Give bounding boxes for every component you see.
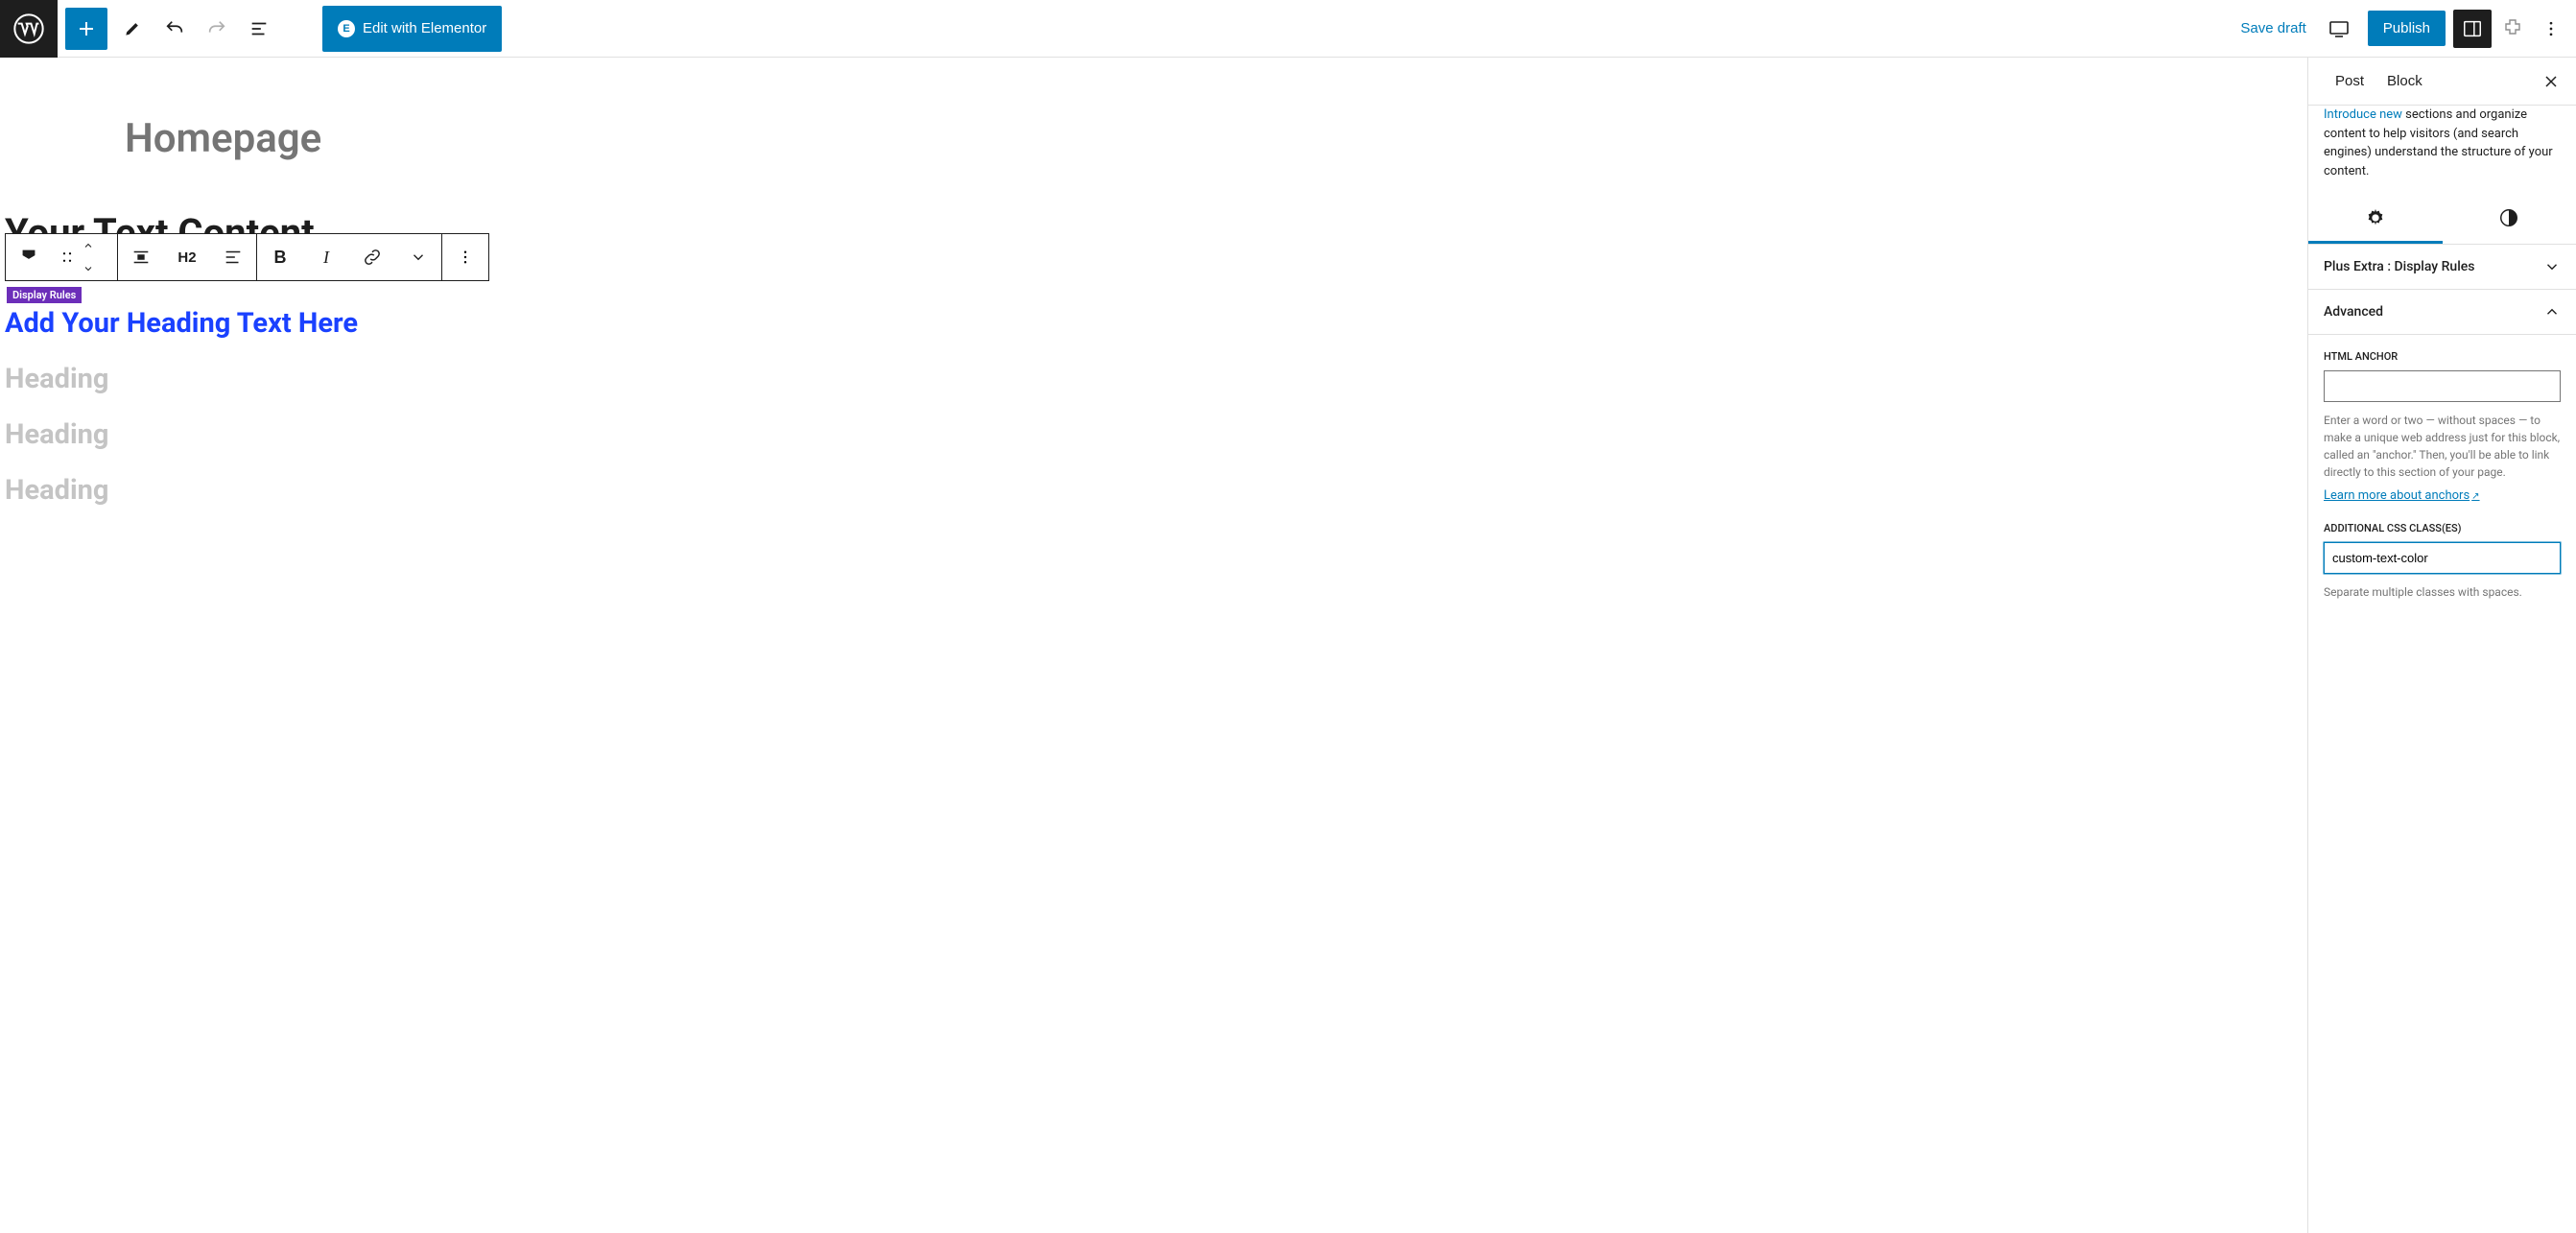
edit-mode-button[interactable] (115, 12, 150, 46)
save-draft-button[interactable]: Save draft (2229, 12, 2317, 44)
css-classes-help: Separate multiple classes with spaces. (2324, 583, 2561, 601)
bold-button[interactable]: B (257, 234, 303, 280)
block-description: Introduce new sections and organize cont… (2308, 106, 2576, 194)
drag-handle-icon[interactable] (52, 234, 83, 280)
block-toolbar: H2 B I (5, 233, 489, 281)
options-menu-button[interactable] (2534, 12, 2568, 46)
html-anchor-help: Enter a word or two — without spaces — t… (2324, 412, 2561, 481)
content-text-block: Your Text Content (0, 210, 2183, 233)
move-down-button[interactable] (83, 257, 117, 280)
italic-button[interactable]: I (303, 234, 349, 280)
block-type-icon[interactable] (6, 234, 52, 280)
top-toolbar: E Edit with Elementor Save draft Publish (0, 0, 2576, 58)
move-up-button[interactable] (83, 234, 117, 257)
html-anchor-input[interactable] (2324, 370, 2561, 402)
tab-post[interactable]: Post (2324, 59, 2375, 103)
html-anchor-label: HTML ANCHOR (2324, 350, 2561, 363)
text-align-button[interactable] (210, 234, 256, 280)
chevron-up-icon (2543, 303, 2561, 320)
styles-subtab[interactable] (2443, 194, 2576, 244)
align-button[interactable] (118, 234, 164, 280)
block-options-button[interactable] (442, 234, 488, 280)
editor-canvas[interactable]: Homepage Your Text Content (0, 58, 2307, 1233)
link-button[interactable] (349, 234, 395, 280)
add-block-button[interactable] (65, 8, 107, 50)
settings-subtab[interactable] (2308, 194, 2443, 244)
more-formatting-button[interactable] (395, 234, 441, 280)
display-rules-badge: Display Rules (7, 287, 82, 303)
external-link-icon: ↗ (2471, 491, 2479, 502)
css-classes-input[interactable] (2324, 542, 2561, 574)
panel-advanced[interactable]: Advanced (2308, 290, 2576, 335)
heading-block[interactable]: Heading (0, 363, 2183, 395)
elementor-label: Edit with Elementor (363, 20, 486, 36)
move-up-down (83, 234, 117, 280)
publish-button[interactable]: Publish (2368, 11, 2446, 46)
heading-block[interactable]: Heading (0, 474, 2183, 507)
plugin-icon[interactable] (2495, 12, 2530, 46)
selected-heading-block[interactable]: Add Your Heading Text Here (0, 307, 2183, 340)
anchor-learn-more-link[interactable]: Learn more about anchors↗ (2324, 488, 2480, 503)
heading-block[interactable]: Heading (0, 418, 2183, 451)
panel-display-rules[interactable]: Plus Extra : Display Rules (2308, 245, 2576, 290)
elementor-icon: E (338, 20, 355, 37)
settings-sidebar: Post Block Introduce new sections and or… (2307, 58, 2576, 1233)
chevron-down-icon (2543, 258, 2561, 275)
settings-sidebar-toggle[interactable] (2453, 10, 2492, 48)
redo-button[interactable] (200, 12, 234, 46)
css-classes-label: ADDITIONAL CSS CLASS(ES) (2324, 522, 2561, 534)
heading-level-button[interactable]: H2 (164, 234, 210, 280)
page-title[interactable]: Homepage (0, 96, 2183, 210)
tab-block[interactable]: Block (2375, 59, 2434, 103)
undo-button[interactable] (157, 12, 192, 46)
wordpress-logo[interactable] (0, 0, 58, 58)
preview-button[interactable] (2322, 12, 2356, 46)
close-sidebar-button[interactable] (2541, 72, 2561, 91)
edit-with-elementor-button[interactable]: E Edit with Elementor (322, 6, 502, 52)
document-overview-button[interactable] (242, 12, 276, 46)
